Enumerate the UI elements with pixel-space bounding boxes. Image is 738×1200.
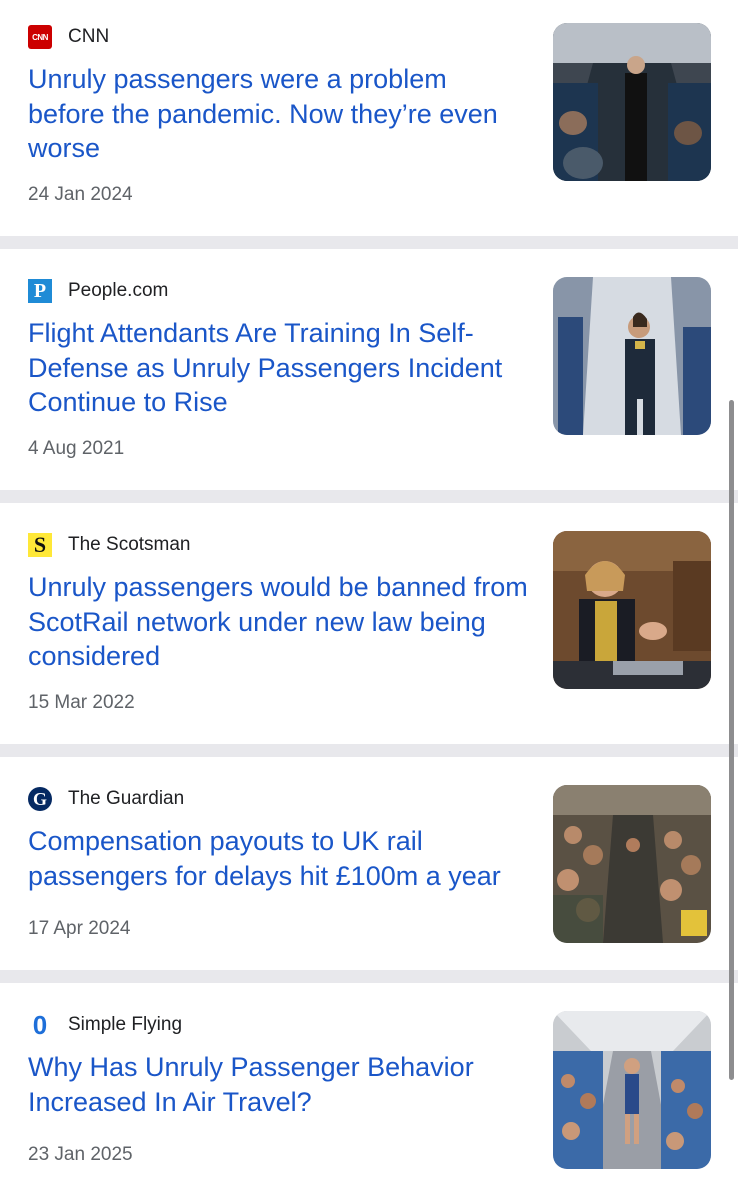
headline-link[interactable]: Compensation payouts to UK rail passenge… [28, 824, 528, 893]
publish-date: 4 Aug 2021 [28, 438, 125, 459]
news-card[interactable]: 0 Simple Flying Why Has Unruly Passenger… [0, 983, 738, 1200]
source-row: CNN CNN [28, 24, 109, 50]
section-divider [0, 970, 738, 983]
article-thumbnail[interactable] [553, 277, 711, 435]
news-card[interactable]: P People.com Flight Attendants Are Train… [0, 249, 738, 490]
source-row: 0 Simple Flying [28, 1009, 183, 1040]
headline-link[interactable]: Why Has Unruly Passenger Behavior Increa… [28, 1050, 528, 1119]
guardian-logo-icon: G [28, 787, 52, 811]
cnn-logo-icon: CNN [28, 25, 52, 49]
section-divider [0, 236, 738, 249]
source-name: People.com [68, 280, 169, 301]
article-thumbnail[interactable] [553, 531, 711, 689]
source-row: G The Guardian [28, 786, 184, 812]
headline-link[interactable]: Unruly passengers were a problem before … [28, 62, 528, 166]
publish-date: 17 Apr 2024 [28, 918, 131, 939]
article-thumbnail[interactable] [553, 23, 711, 181]
headline-link[interactable]: Flight Attendants Are Training In Self-D… [28, 316, 528, 420]
source-name: The Scotsman [68, 534, 191, 555]
news-card[interactable]: G The Guardian Compensation payouts to U… [0, 757, 738, 970]
source-name: Simple Flying [68, 1014, 183, 1035]
publish-date: 24 Jan 2024 [28, 184, 133, 205]
news-card[interactable]: CNN CNN Unruly passengers were a problem… [0, 0, 738, 236]
article-thumbnail[interactable] [553, 1011, 711, 1169]
article-thumbnail[interactable] [553, 785, 711, 943]
section-divider [0, 744, 738, 757]
source-row: P People.com [28, 278, 168, 304]
source-row: S The Scotsman [28, 532, 191, 558]
publish-date: 15 Mar 2022 [28, 692, 135, 713]
people-logo-icon: P [28, 279, 52, 303]
simple-flying-logo-icon: 0 [32, 1009, 48, 1040]
news-card[interactable]: S The Scotsman Unruly passengers would b… [0, 503, 738, 744]
source-name: CNN [68, 26, 110, 47]
source-name: The Guardian [68, 788, 185, 809]
scotsman-logo-icon: S [28, 532, 52, 557]
scrollbar[interactable] [729, 400, 734, 1080]
publish-date: 23 Jan 2025 [28, 1144, 133, 1165]
section-divider [0, 490, 738, 503]
headline-link[interactable]: Unruly passengers would be banned from S… [28, 570, 528, 674]
